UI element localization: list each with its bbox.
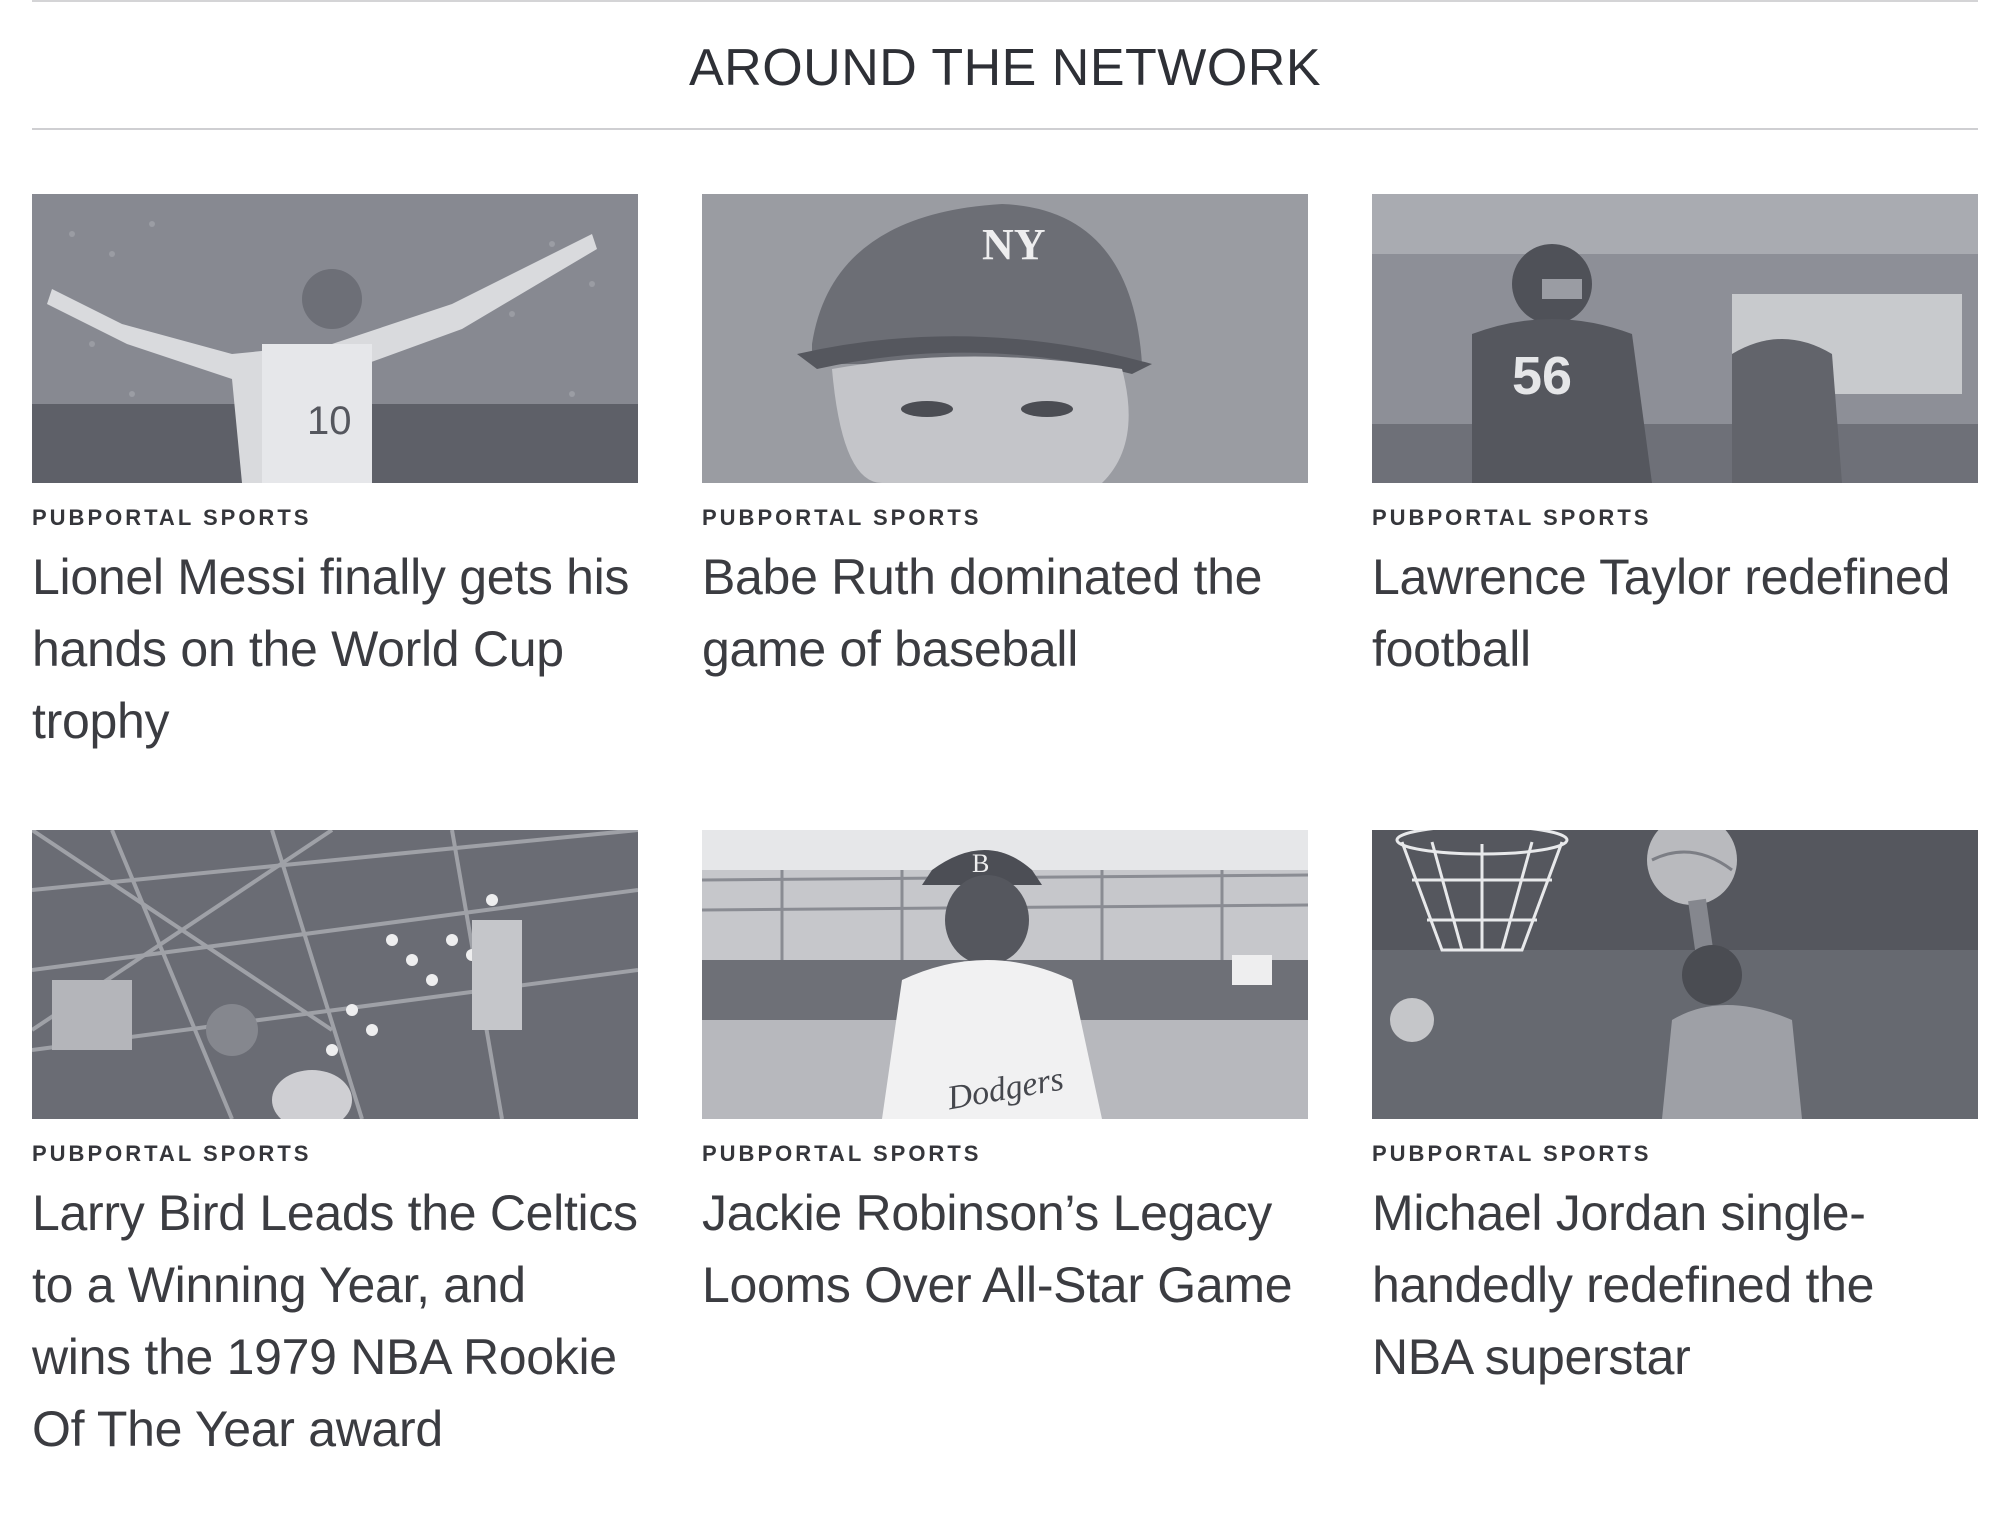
article-headline[interactable]: Lionel Messi finally gets his hands on t… [32,541,638,757]
svg-text:10: 10 [307,399,352,443]
baseball-player-dodgers-photo: B Dodgers [702,830,1308,1119]
article-thumbnail[interactable] [1372,830,1978,1119]
article-card[interactable]: PUBPORTAL SPORTS Larry Bird Leads the Ce… [32,830,638,1465]
article-source: PUBPORTAL SPORTS [1372,505,1652,530]
article-thumbnail[interactable]: 10 [32,194,638,483]
article-thumbnail[interactable] [32,830,638,1119]
section-title: AROUND THE NETWORK [688,39,1322,97]
article-thumbnail[interactable]: B Dodgers [702,830,1308,1119]
svg-text:56: 56 [1512,346,1572,406]
around-the-network-section: AROUND THE NETWORK 10 PUBPORTAL SPORTS L… [32,0,1978,1457]
title-divider [32,128,1978,130]
article-source: PUBPORTAL SPORTS [32,505,312,530]
svg-text:NY: NY [982,220,1046,269]
article-source: PUBPORTAL SPORTS [1372,1141,1652,1166]
svg-text:B: B [972,849,989,878]
basketball-arena-photo [32,830,638,1119]
article-headline[interactable]: Larry Bird Leads the Celtics to a Winnin… [32,1177,638,1465]
article-headline[interactable]: Babe Ruth dominated the game of baseball [702,541,1308,685]
article-card[interactable]: PUBPORTAL SPORTS Michael Jordan single-h… [1372,830,1978,1393]
article-source: PUBPORTAL SPORTS [702,1141,982,1166]
article-card[interactable]: 56 PUBPORTAL SPORTS Lawrence Taylor rede… [1372,194,1978,685]
soccer-player-celebrating-photo: 10 [32,194,638,483]
article-thumbnail[interactable]: 56 [1372,194,1978,483]
article-headline[interactable]: Jackie Robinson’s Legacy Looms Over All-… [702,1177,1308,1321]
baseball-player-portrait-photo: NY [702,194,1308,483]
article-headline[interactable]: Michael Jordan single-handedly redefined… [1372,1177,1978,1393]
article-card[interactable]: B Dodgers PUBPORTAL SPORTS Jackie Robins… [702,830,1308,1321]
article-source: PUBPORTAL SPORTS [702,505,982,530]
basketball-dunk-photo [1372,830,1978,1119]
article-thumbnail[interactable]: NY [702,194,1308,483]
football-player-running-photo: 56 [1372,194,1978,483]
article-card[interactable]: 10 PUBPORTAL SPORTS Lionel Messi finally… [32,194,638,757]
article-source: PUBPORTAL SPORTS [32,1141,312,1166]
article-headline[interactable]: Lawrence Taylor redefined football [1372,541,1978,685]
article-card[interactable]: NY PUBPORTAL SPORTS Babe Ruth dominated … [702,194,1308,685]
